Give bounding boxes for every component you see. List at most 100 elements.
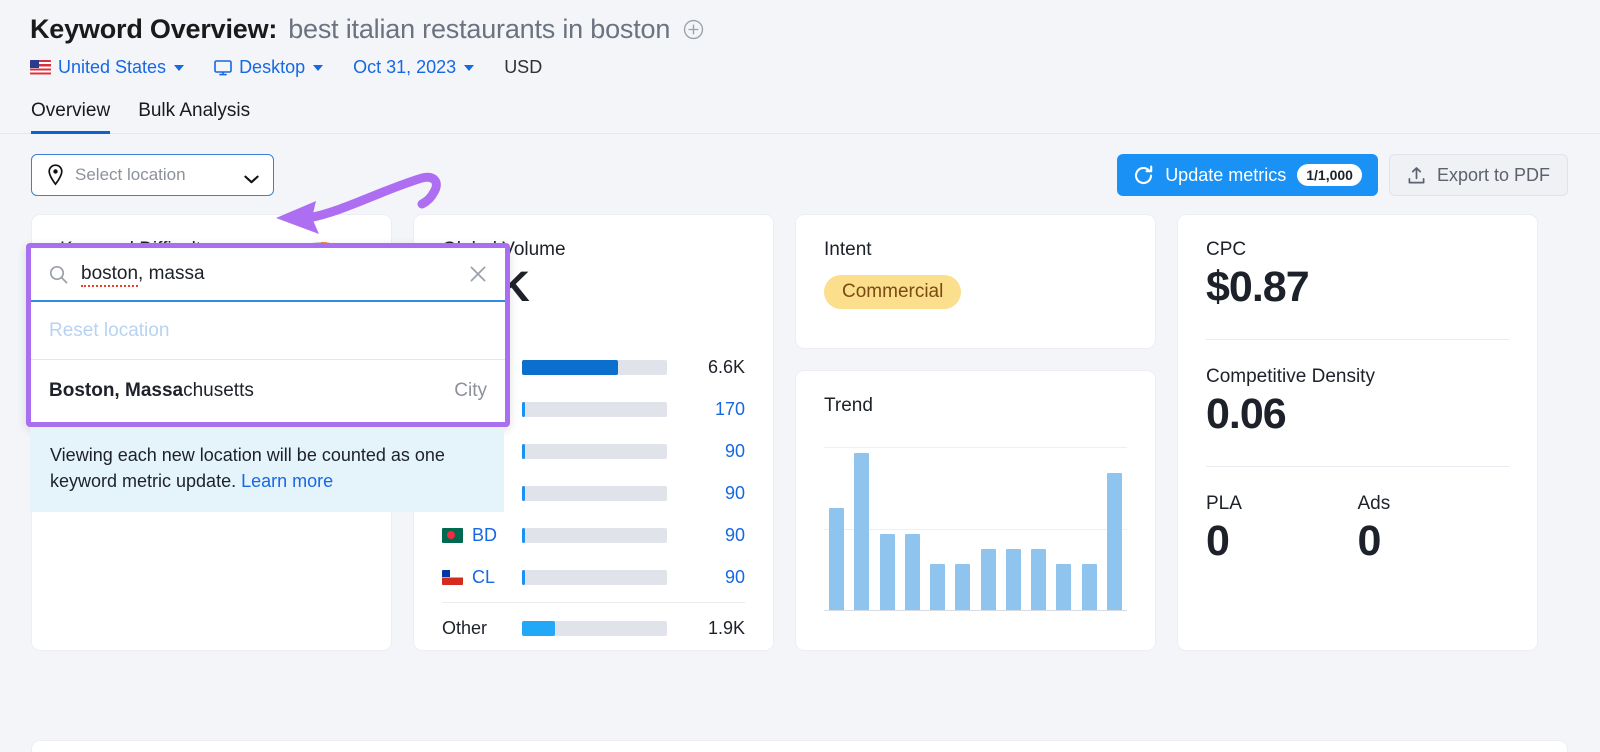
keyword-overview-page: Keyword Overview: best italian restauran… xyxy=(0,0,1600,752)
trend-bar-slot xyxy=(824,445,849,610)
trend-bar[interactable] xyxy=(904,534,920,610)
map-pin-icon xyxy=(46,164,65,186)
trend-bar[interactable] xyxy=(1056,563,1072,610)
country-selector[interactable]: United States xyxy=(30,57,185,78)
location-search-row[interactable]: boston, massa xyxy=(31,248,505,302)
device-label: Desktop xyxy=(239,57,306,77)
ads-label: Ads xyxy=(1357,493,1391,514)
export-to-pdf-button[interactable]: Export to PDF xyxy=(1388,154,1568,196)
trend-bar-slot xyxy=(925,445,950,610)
tab-bulk-analysis[interactable]: Bulk Analysis xyxy=(138,100,250,133)
trend-bar-slot xyxy=(1077,445,1102,610)
location-dropdown-panel: boston, massa Reset location Boston, Mas… xyxy=(26,243,510,513)
search-query-misspelled: boston xyxy=(81,263,139,287)
header-filters: United States Desktop Oct 31, 2023 USD xyxy=(30,57,1600,78)
device-selector[interactable]: Desktop xyxy=(214,57,324,78)
pla-group: PLA 0 xyxy=(1206,493,1358,566)
pla-ads-row: PLA 0 Ads 0 xyxy=(1206,493,1509,566)
location-result-item[interactable]: Boston, Massachusetts City xyxy=(31,360,505,422)
competitive-density-label: Competitive Density xyxy=(1206,366,1375,387)
ads-value: 0 xyxy=(1357,517,1382,565)
annotation-arrow xyxy=(262,168,452,244)
location-result-match: Boston, Massa xyxy=(49,380,184,401)
cl-flag-icon xyxy=(442,569,463,585)
page-header: Keyword Overview: best italian restauran… xyxy=(0,0,1600,78)
trend-bar-slot xyxy=(950,445,975,610)
upload-icon xyxy=(1407,166,1426,185)
cpc-card: CPC $0.87 Competitive Density 0.06 PLA 0… xyxy=(1177,214,1538,651)
select-location-dropdown[interactable]: Select location xyxy=(31,154,274,196)
close-icon[interactable] xyxy=(469,265,487,283)
desktop-icon xyxy=(214,59,232,76)
trend-bar-slot xyxy=(1001,445,1026,610)
volume-other-label: Other xyxy=(442,617,488,638)
trend-bar-slot xyxy=(1026,445,1051,610)
chevron-down-icon xyxy=(174,64,185,71)
toolbar: Select location Update metrics 1/1,000 E… xyxy=(0,134,1600,196)
bd-flag-icon xyxy=(442,527,463,543)
location-search-input[interactable]: boston, massa xyxy=(81,263,456,287)
trend-bar[interactable] xyxy=(1081,563,1097,610)
volume-country-value: 90 xyxy=(724,440,745,461)
tab-overview[interactable]: Overview xyxy=(31,100,111,134)
us-flag-icon xyxy=(30,60,51,75)
trend-bar[interactable] xyxy=(854,453,870,610)
search-query-rest: , massa xyxy=(138,263,205,284)
tab-bar: Overview Bulk Analysis xyxy=(0,100,1600,134)
trend-bars xyxy=(824,445,1127,610)
trend-bar-slot xyxy=(875,445,900,610)
intent-badge: Commercial xyxy=(824,275,962,309)
pla-value: 0 xyxy=(1206,517,1230,565)
trend-bar[interactable] xyxy=(829,507,845,610)
trend-bar[interactable] xyxy=(955,563,971,610)
plus-circle-icon[interactable] xyxy=(683,19,704,40)
currency-label: USD xyxy=(504,57,543,77)
trend-bar-slot xyxy=(1051,445,1076,610)
update-metrics-button[interactable]: Update metrics 1/1,000 xyxy=(1117,154,1378,196)
chevron-down-icon xyxy=(464,64,475,71)
date-label: Oct 31, 2023 xyxy=(353,57,457,77)
intent-label: Intent xyxy=(824,239,872,260)
cpc-label: CPC xyxy=(1206,239,1247,260)
volume-country: BD xyxy=(442,525,522,546)
trend-bar[interactable] xyxy=(1031,548,1047,610)
reset-location-option[interactable]: Reset location xyxy=(31,302,505,360)
trend-bar-chart xyxy=(824,445,1127,611)
learn-more-link[interactable]: Learn more xyxy=(241,471,333,491)
chevron-down-icon xyxy=(313,64,324,71)
trend-bar-slot xyxy=(849,445,874,610)
location-result-name: Boston, Massachusetts xyxy=(49,380,254,402)
volume-bar xyxy=(522,485,667,501)
trend-bar[interactable] xyxy=(1005,548,1021,610)
ads-group: Ads 0 xyxy=(1358,493,1510,566)
trend-bar[interactable] xyxy=(879,534,895,610)
volume-country-value: 6.6K xyxy=(707,356,745,377)
cpc-value: $0.87 xyxy=(1206,263,1310,311)
trend-bar-slot xyxy=(1102,445,1127,610)
trend-bar-slot xyxy=(976,445,1001,610)
trend-bar[interactable] xyxy=(1106,473,1122,610)
volume-country-value: 90 xyxy=(724,482,745,503)
table-row[interactable]: CL 90 xyxy=(442,556,745,598)
trend-bar[interactable] xyxy=(930,563,946,610)
divider xyxy=(442,602,745,603)
currency-label-wrap: USD xyxy=(504,57,542,78)
volume-country-code: BD xyxy=(472,524,498,545)
trend-bar[interactable] xyxy=(980,548,996,610)
volume-country-value: 90 xyxy=(724,566,745,587)
volume-other-row: Other 1.9K xyxy=(442,607,745,649)
table-row[interactable]: BD 90 xyxy=(442,514,745,556)
volume-bar xyxy=(522,401,667,417)
volume-other-value: 1.9K xyxy=(707,617,745,638)
volume-country: CL xyxy=(442,567,522,588)
page-title-prefix: Keyword Overview: xyxy=(30,14,278,44)
trend-bar-slot xyxy=(900,445,925,610)
update-quota-badge: 1/1,000 xyxy=(1297,163,1362,187)
date-selector[interactable]: Oct 31, 2023 xyxy=(353,57,475,78)
trend-label: Trend xyxy=(824,395,873,416)
pla-label: PLA xyxy=(1206,493,1242,514)
export-to-pdf-label: Export to PDF xyxy=(1436,164,1550,185)
search-icon xyxy=(49,265,68,284)
divider xyxy=(1206,339,1509,340)
location-result-rest: chusetts xyxy=(183,380,254,401)
